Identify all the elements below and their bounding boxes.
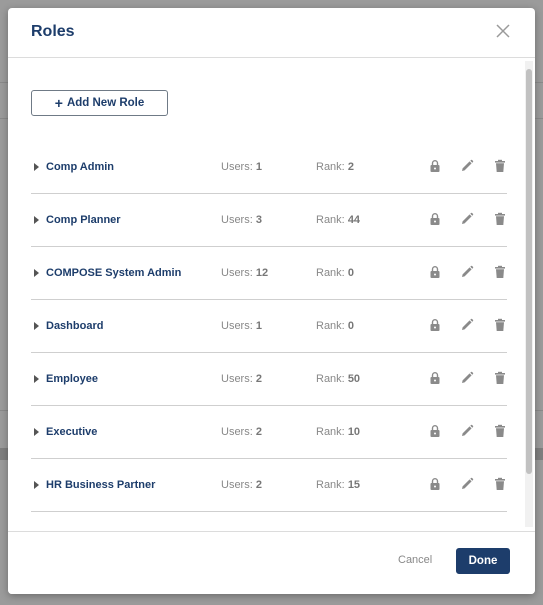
role-name[interactable]: Executive (46, 426, 97, 438)
rank-label: Rank: (316, 320, 345, 332)
role-name[interactable]: Comp Admin (46, 161, 114, 173)
rank-number: 0 (347, 320, 354, 332)
users-count: Users: 1 (221, 320, 262, 332)
users-number: 2 (255, 373, 262, 385)
users-label: Users: (221, 479, 253, 491)
lock-icon[interactable] (428, 318, 442, 332)
users-label: Users: (221, 161, 253, 173)
modal-title: Roles (31, 23, 75, 40)
users-label: Users: (221, 214, 253, 226)
role-name[interactable]: Dashboard (46, 320, 103, 332)
rank-number: 0 (347, 267, 354, 279)
caret-right-icon[interactable] (34, 322, 39, 330)
users-number: 1 (255, 320, 262, 332)
users-count: Users: 1 (221, 161, 262, 173)
users-label: Users: (221, 426, 253, 438)
users-number: 2 (255, 426, 262, 438)
trash-icon[interactable] (493, 371, 507, 385)
trash-icon[interactable] (493, 159, 507, 173)
rank-label: Rank: (316, 373, 345, 385)
rank-number: 50 (347, 373, 361, 385)
done-button[interactable]: Done (456, 548, 510, 574)
lock-icon[interactable] (428, 265, 442, 279)
users-label: Users: (221, 267, 253, 279)
rank-value: Rank: 44 (316, 214, 360, 226)
role-name[interactable]: Comp Planner (46, 214, 121, 226)
rank-label: Rank: (316, 479, 345, 491)
add-new-role-button[interactable]: + Add New Role (31, 90, 168, 116)
role-row[interactable]: Comp Planner Users: 3 Rank: 44 (31, 194, 507, 247)
trash-icon[interactable] (493, 477, 507, 491)
rank-value: Rank: 10 (316, 426, 360, 438)
pencil-icon[interactable] (460, 424, 474, 438)
rank-number: 44 (347, 214, 361, 226)
lock-icon[interactable] (428, 159, 442, 173)
users-number: 12 (255, 267, 269, 279)
pencil-icon[interactable] (460, 318, 474, 332)
add-new-role-label: Add New Role (66, 97, 145, 109)
lock-icon[interactable] (428, 212, 442, 226)
pencil-icon[interactable] (460, 477, 474, 491)
lock-icon[interactable] (428, 477, 442, 491)
role-name[interactable]: HR Business Partner (46, 479, 155, 491)
role-row[interactable]: HR Business Partner Users: 2 Rank: 15 (31, 459, 507, 512)
pencil-icon[interactable] (460, 371, 474, 385)
users-label: Users: (221, 320, 253, 332)
users-number: 2 (255, 479, 262, 491)
pencil-icon[interactable] (460, 212, 474, 226)
rank-value: Rank: 0 (316, 320, 354, 332)
modal-footer: Cancel Done (8, 531, 535, 594)
role-row[interactable]: Comp Admin Users: 1 Rank: 2 (31, 141, 507, 194)
caret-right-icon[interactable] (34, 269, 39, 277)
cancel-button[interactable]: Cancel (398, 554, 432, 566)
lock-icon[interactable] (428, 371, 442, 385)
role-row[interactable]: Dashboard Users: 1 Rank: 0 (31, 300, 507, 353)
caret-right-icon[interactable] (34, 375, 39, 383)
lock-icon[interactable] (428, 424, 442, 438)
role-name[interactable]: Employee (46, 373, 98, 385)
trash-icon[interactable] (493, 424, 507, 438)
rank-number: 2 (347, 161, 354, 173)
rank-value: Rank: 15 (316, 479, 360, 491)
users-count: Users: 12 (221, 267, 268, 279)
users-count: Users: 2 (221, 479, 262, 491)
pencil-icon[interactable] (460, 159, 474, 173)
rank-value: Rank: 2 (316, 161, 354, 173)
role-list: Comp Admin Users: 1 Rank: 2 Comp Planner… (31, 141, 507, 512)
users-count: Users: 2 (221, 373, 262, 385)
trash-icon[interactable] (493, 212, 507, 226)
rank-number: 10 (347, 426, 361, 438)
users-number: 1 (255, 161, 262, 173)
role-name[interactable]: COMPOSE System Admin (46, 267, 181, 279)
rank-label: Rank: (316, 214, 345, 226)
rank-label: Rank: (316, 161, 345, 173)
users-label: Users: (221, 373, 253, 385)
trash-icon[interactable] (493, 318, 507, 332)
caret-right-icon[interactable] (34, 481, 39, 489)
caret-right-icon[interactable] (34, 428, 39, 436)
users-number: 3 (255, 214, 262, 226)
roles-modal: Roles + Add New Role Comp Admin Users: 1… (8, 8, 535, 594)
caret-right-icon[interactable] (34, 163, 39, 171)
users-count: Users: 3 (221, 214, 262, 226)
rank-value: Rank: 50 (316, 373, 360, 385)
rank-value: Rank: 0 (316, 267, 354, 279)
rank-number: 15 (347, 479, 361, 491)
rank-label: Rank: (316, 267, 345, 279)
modal-header: Roles (8, 8, 535, 58)
caret-right-icon[interactable] (34, 216, 39, 224)
scrollbar-thumb[interactable] (526, 69, 532, 474)
rank-label: Rank: (316, 426, 345, 438)
modal-body: + Add New Role Comp Admin Users: 1 Rank:… (8, 59, 535, 531)
role-row[interactable]: Employee Users: 2 Rank: 50 (31, 353, 507, 406)
users-count: Users: 2 (221, 426, 262, 438)
trash-icon[interactable] (493, 265, 507, 279)
pencil-icon[interactable] (460, 265, 474, 279)
plus-icon: + (54, 95, 63, 111)
close-icon[interactable] (494, 22, 512, 40)
role-row[interactable]: Executive Users: 2 Rank: 10 (31, 406, 507, 459)
role-row[interactable]: COMPOSE System Admin Users: 12 Rank: 0 (31, 247, 507, 300)
